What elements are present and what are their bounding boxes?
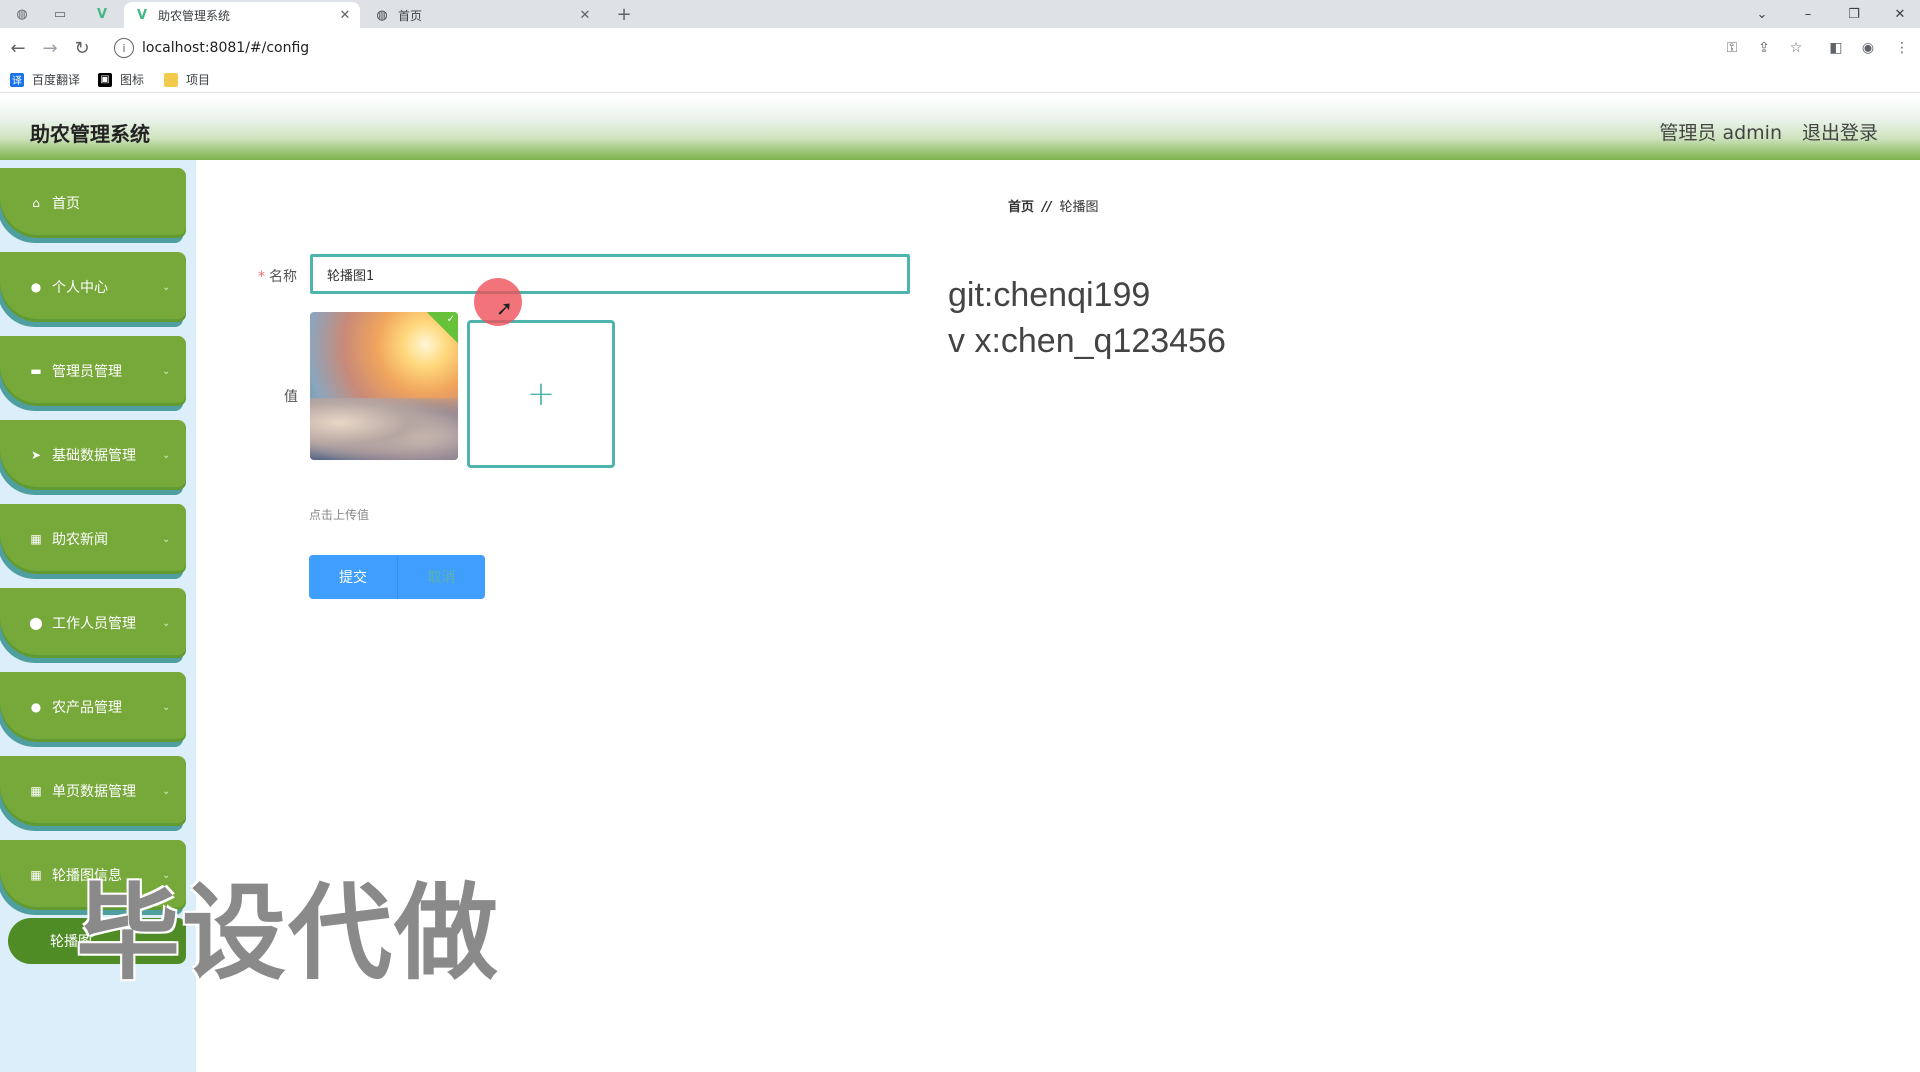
ticket-icon: ▬: [30, 364, 42, 378]
bookmark-projects[interactable]: 项目: [164, 71, 210, 88]
breadcrumb-current: 轮播图: [1059, 200, 1099, 215]
name-label-text: 名称: [269, 269, 297, 285]
star-icon[interactable]: ☆: [1786, 38, 1806, 58]
submit-button[interactable]: 提交: [309, 555, 397, 599]
chevron-down-icon: ⌄: [162, 281, 171, 293]
value-label: 值: [284, 389, 298, 405]
send-icon: ➤: [30, 448, 42, 462]
sidebar-item-single-page[interactable]: ▦ 单页数据管理 ⌄: [0, 756, 186, 826]
chevron-down-icon: ⌄: [162, 701, 171, 713]
grid-icon: ▦: [30, 784, 42, 798]
back-icon[interactable]: ←: [6, 36, 30, 60]
chevron-down-icon: ⌄: [162, 617, 171, 629]
sidebar-item-label: 单页数据管理: [52, 784, 136, 800]
user-icon: ●: [30, 280, 42, 294]
chevron-down-icon: ⌄: [162, 365, 171, 377]
upload-button[interactable]: +: [467, 320, 615, 468]
tab-active[interactable]: V 助农管理系统 ✕: [124, 2, 360, 28]
browser-tab-bar: ◍ ▭ V V 助农管理系统 ✕ ◍ 首页 ✕ + ⌄ – ❐ ✕: [0, 0, 1920, 28]
breadcrumb-home[interactable]: 首页: [1008, 200, 1034, 215]
vue-icon: V: [136, 7, 148, 23]
name-label: * 名称: [258, 266, 297, 286]
sidebar-item-profile[interactable]: ● 个人中心 ⌄: [0, 252, 186, 322]
location-icon: ⬤: [29, 616, 43, 630]
name-input[interactable]: [310, 254, 910, 294]
grid-icon: ▦: [30, 532, 42, 546]
sidebar-item-label: 个人中心: [52, 280, 108, 296]
sidebar-item-label: 基础数据管理: [52, 448, 136, 464]
tab-search-icon[interactable]: ⌄: [1744, 2, 1780, 26]
translate-icon: 译: [10, 72, 24, 87]
bookmark-label: 图标: [120, 73, 145, 87]
required-mark: *: [258, 269, 265, 285]
globe-icon[interactable]: ◍: [12, 4, 32, 24]
sidebar-item-label: 助农新闻: [52, 532, 108, 548]
key-icon[interactable]: ⚿: [1722, 38, 1742, 58]
sidebar-item-base-data[interactable]: ➤ 基础数据管理 ⌄: [0, 420, 186, 490]
menu-icon[interactable]: ⋮: [1892, 38, 1912, 58]
check-icon: ✓: [446, 314, 455, 325]
sidebar-item-label: 首页: [52, 196, 80, 212]
close-icon[interactable]: ✕: [336, 8, 354, 23]
contact-watermark: git:chenqi199 v x:chen_q123456: [948, 272, 1226, 364]
home-icon: ⌂: [32, 196, 40, 210]
watermark-wx: v x:chen_q123456: [948, 322, 1226, 360]
breadcrumb: 首页 // 轮播图: [1008, 196, 1099, 215]
uploaded-image-thumbnail[interactable]: ✓: [310, 312, 458, 460]
sidebar-item-label: 管理员管理: [52, 364, 122, 380]
url-text[interactable]: localhost:8081/#/config: [142, 40, 309, 56]
cancel-button[interactable]: 取消: [397, 555, 485, 599]
new-tab-button[interactable]: +: [614, 4, 634, 25]
image-icon: ▣: [98, 72, 112, 87]
image-clouds: [310, 398, 458, 460]
app-title: 助农管理系统: [30, 124, 150, 146]
forward-icon[interactable]: →: [38, 36, 62, 60]
upload-tip: 点击上传值: [309, 508, 370, 522]
tab-title: 助农管理系统: [158, 8, 231, 23]
bookmark-label: 百度翻译: [32, 73, 81, 87]
bookmarks-bar: 译 百度翻译 ▣ 图标 项目: [0, 68, 1920, 93]
app-header: 助农管理系统 管理员 admin 退出登录: [0, 98, 1920, 160]
sidebar-item-products[interactable]: ● 农产品管理 ⌄: [0, 672, 186, 742]
sidebar-item-staff[interactable]: ⬤ 工作人员管理 ⌄: [0, 588, 186, 658]
sidepanel-icon[interactable]: ◧: [1826, 38, 1846, 58]
sidebar-item-news[interactable]: ▦ 助农新闻 ⌄: [0, 504, 186, 574]
minimize-icon[interactable]: –: [1790, 2, 1826, 26]
restore-icon[interactable]: ❐: [1836, 2, 1872, 26]
info-icon[interactable]: i: [114, 38, 134, 58]
address-bar-row: ← → ↻ i localhost:8081/#/config ⚿ ⇪ ☆ ◧ …: [0, 28, 1920, 68]
sidebar-item-label: 农产品管理: [52, 700, 122, 716]
folder-icon: [164, 72, 178, 87]
sidebar-item-home[interactable]: ⌂ 首页: [0, 168, 186, 238]
close-window-icon[interactable]: ✕: [1882, 2, 1918, 26]
tab-home[interactable]: ◍ 首页 ✕: [364, 2, 600, 28]
reload-icon[interactable]: ↻: [70, 36, 94, 60]
close-icon[interactable]: ✕: [576, 8, 594, 23]
bookmark-icons[interactable]: ▣ 图标: [98, 71, 144, 88]
bookmark-label: 项目: [186, 73, 211, 87]
share-icon[interactable]: ⇪: [1754, 38, 1774, 58]
logout-button[interactable]: 退出登录: [1802, 118, 1878, 145]
vue-icon[interactable]: V: [92, 4, 112, 24]
admin-label: 管理员 admin: [1659, 122, 1782, 144]
bookmark-baidu-translate[interactable]: 译 百度翻译: [10, 71, 80, 88]
watermark-git: git:chenqi199: [948, 276, 1151, 314]
globe-icon: ◍: [376, 7, 388, 23]
big-watermark: 毕设代做: [76, 872, 501, 994]
sidebar-item-admin[interactable]: ▬ 管理员管理 ⌄: [0, 336, 186, 406]
chevron-down-icon: ⌄: [162, 449, 171, 461]
profile-icon[interactable]: ◉: [1858, 38, 1878, 58]
sidebar-item-label: 工作人员管理: [52, 616, 136, 632]
chevron-down-icon: ⌄: [162, 785, 171, 797]
user-icon: ●: [30, 700, 42, 714]
tab-title: 首页: [398, 8, 423, 23]
chevron-down-icon: ⌄: [162, 533, 171, 545]
url-bar[interactable]: i localhost:8081/#/config: [106, 34, 1756, 62]
grid-icon: ▦: [30, 868, 42, 882]
page-icon[interactable]: ▭: [50, 4, 70, 24]
mouse-cursor-icon: ➚: [496, 296, 513, 320]
breadcrumb-separator: //: [1042, 200, 1052, 215]
